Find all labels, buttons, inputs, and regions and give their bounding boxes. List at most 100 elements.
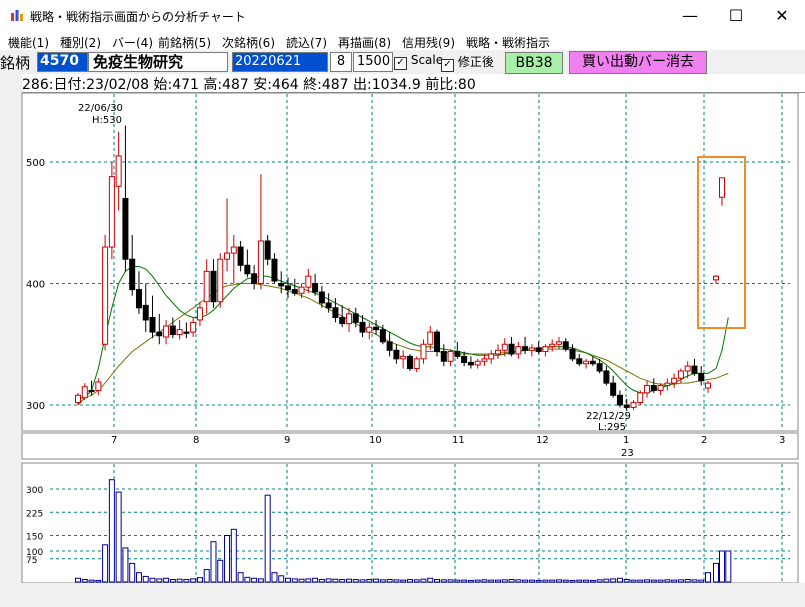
volume-bar	[230, 528, 237, 583]
volume-bar	[366, 579, 373, 583]
volume-bar	[325, 578, 332, 583]
volume-bar	[576, 579, 583, 583]
candle-up	[345, 313, 352, 325]
volume-bar	[156, 578, 163, 583]
candle-down	[332, 307, 339, 319]
volume-bar	[379, 579, 386, 583]
candle-down	[251, 273, 258, 284]
volume-bar	[305, 578, 312, 583]
volume-bar	[691, 579, 698, 583]
volume-bar	[190, 578, 197, 583]
volume-bar	[251, 577, 258, 583]
volume-bar	[400, 579, 407, 583]
candle-up	[684, 365, 691, 372]
candle-down	[88, 389, 95, 393]
candle-up	[366, 326, 373, 333]
month-label: 10	[369, 435, 382, 446]
volume-bar	[122, 547, 129, 583]
volume-bar	[88, 579, 95, 583]
candle-up	[203, 270, 210, 303]
volume-bar	[81, 579, 88, 583]
candle-down	[156, 331, 163, 337]
volume-bar	[115, 491, 122, 583]
volume-bar	[596, 579, 603, 583]
volume-bar	[312, 577, 319, 583]
candle-down	[244, 264, 251, 275]
volume-bar	[583, 579, 590, 583]
candle-up	[705, 382, 711, 389]
month-label: 9	[284, 435, 290, 446]
candle-up	[427, 331, 434, 345]
volume-bar	[495, 579, 501, 583]
candle-up	[488, 353, 495, 360]
date-axis-pane	[21, 432, 799, 460]
candle-down	[142, 304, 149, 321]
candle-down	[596, 363, 603, 372]
candle-down	[569, 348, 576, 360]
volume-bar	[183, 579, 190, 583]
candle-down	[610, 382, 617, 396]
volume-bar	[102, 544, 109, 583]
candle-up	[176, 329, 183, 336]
candle-up	[664, 382, 671, 387]
volume-tick-label: 150	[26, 533, 43, 543]
low-value-annotation: L:295	[598, 422, 626, 433]
volume-bar	[562, 579, 569, 583]
volume-bar	[142, 575, 149, 583]
volume-tick-label: 75	[26, 556, 37, 566]
candle-up	[549, 343, 556, 348]
candle-down	[352, 313, 359, 323]
volume-bar	[481, 579, 488, 583]
volume-bar	[135, 572, 142, 583]
price-tick-label: 400	[26, 280, 45, 291]
candle-down	[623, 404, 630, 408]
volume-bar	[535, 579, 542, 583]
high-value-annotation: H:530	[92, 115, 122, 126]
volume-bar	[684, 579, 691, 583]
volume-bar	[285, 577, 291, 583]
volume-bar	[359, 579, 366, 583]
volume-bar	[508, 579, 515, 583]
volume-bar	[705, 572, 711, 583]
volume-bar	[406, 579, 413, 583]
candle-up	[95, 381, 102, 391]
candle-down	[589, 360, 596, 365]
candle-down	[603, 370, 610, 384]
candle-down	[271, 258, 278, 282]
volume-bar	[224, 535, 231, 583]
volume-bar	[413, 579, 420, 583]
candle-down	[325, 302, 332, 309]
candle-down	[691, 365, 698, 374]
candle-up	[163, 325, 170, 338]
candle-down	[522, 346, 529, 351]
chart-area[interactable]: 5004003007 8 9 10 11 12 1 2 3233002251501007522/…	[0, 0, 805, 607]
volume-bar	[244, 576, 251, 583]
candle-down	[508, 343, 515, 355]
volume-bar	[217, 559, 224, 583]
candle-down	[264, 240, 271, 260]
candle-down	[169, 325, 176, 336]
volume-bar	[569, 579, 576, 583]
candle-up	[190, 321, 197, 333]
volume-bar	[95, 579, 102, 583]
candle-up	[257, 240, 264, 285]
low-date-annotation: 22/12/29	[586, 411, 631, 422]
volume-bar	[467, 579, 474, 583]
volume-bar	[657, 579, 664, 583]
candle-up	[298, 286, 305, 294]
candle-down	[562, 341, 569, 350]
candle-up	[115, 155, 122, 187]
candle-down	[650, 385, 657, 391]
volume-tick-label: 225	[26, 509, 43, 519]
volume-bar	[427, 577, 434, 583]
volume-bar	[555, 579, 562, 583]
candle-up	[102, 246, 109, 345]
candle-down	[535, 347, 542, 353]
volume-bar	[210, 541, 217, 583]
candle-down	[440, 351, 447, 362]
candle-down	[129, 258, 136, 291]
month-label: 8	[193, 435, 199, 446]
volume-bar	[522, 579, 529, 583]
volume-bar	[420, 578, 427, 583]
candle-down	[406, 355, 413, 370]
